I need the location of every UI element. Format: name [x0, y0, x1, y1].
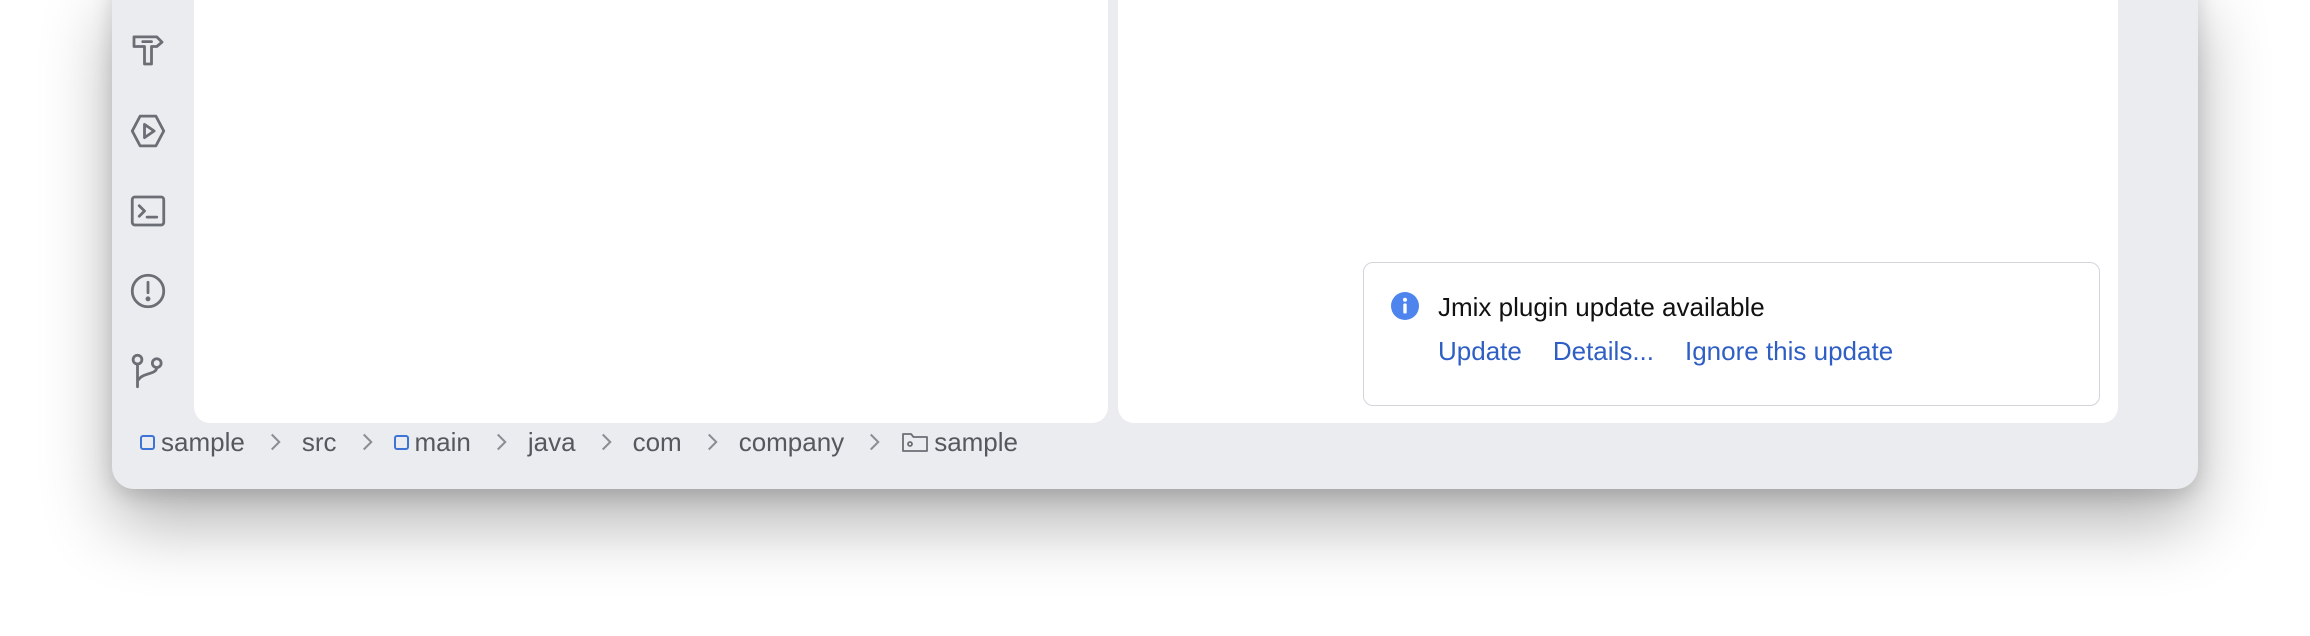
breadcrumb-item-sample-module[interactable]: sample: [140, 427, 245, 458]
breadcrumb-item-sample-package[interactable]: sample: [901, 427, 1018, 458]
notification-title: Jmix plugin update available: [1438, 292, 1765, 322]
breadcrumb-label: company: [738, 426, 845, 457]
notification-actions: Update Details... Ignore this update: [1438, 336, 1893, 367]
chevron-right-icon: [707, 433, 718, 451]
breadcrumb-label: sample: [161, 426, 245, 457]
module-icon: [393, 434, 409, 450]
breadcrumb-item-java[interactable]: java: [528, 427, 576, 458]
breadcrumb-label: sample: [934, 426, 1019, 457]
breadcrumb-item-com[interactable]: com: [633, 427, 682, 458]
breadcrumb-label: java: [527, 426, 576, 457]
left-toolwindow-strip: [112, 0, 192, 420]
breadcrumb: sample src main java com company sample: [140, 420, 1018, 464]
chevron-right-icon: [270, 433, 281, 451]
breadcrumb-label: com: [632, 426, 682, 457]
module-icon: [140, 434, 155, 450]
chevron-right-icon: [601, 433, 612, 451]
update-link[interactable]: Update: [1438, 336, 1522, 367]
run-icon[interactable]: [124, 107, 172, 155]
update-notification: Jmix plugin update available Update Deta…: [1363, 262, 2100, 406]
details-link[interactable]: Details...: [1553, 336, 1654, 367]
breadcrumb-label: src: [301, 426, 337, 457]
breadcrumb-label: main: [414, 426, 471, 457]
breadcrumb-item-src[interactable]: src: [302, 427, 337, 458]
chevron-right-icon: [362, 433, 373, 451]
build-icon[interactable]: [124, 26, 172, 74]
problems-icon[interactable]: [124, 267, 172, 315]
breadcrumb-item-main[interactable]: main: [393, 426, 471, 458]
git-icon[interactable]: [124, 347, 172, 395]
ide-window: sample src main java com company sample: [112, 0, 2198, 489]
breadcrumb-item-company[interactable]: company: [739, 427, 845, 458]
ignore-update-link[interactable]: Ignore this update: [1685, 336, 1893, 367]
package-folder-icon: [902, 433, 929, 452]
chevron-right-icon: [496, 433, 507, 451]
project-panel: [194, 0, 1108, 423]
info-icon: [1391, 292, 1419, 320]
chevron-right-icon: [870, 433, 880, 451]
terminal-icon[interactable]: [124, 187, 172, 235]
